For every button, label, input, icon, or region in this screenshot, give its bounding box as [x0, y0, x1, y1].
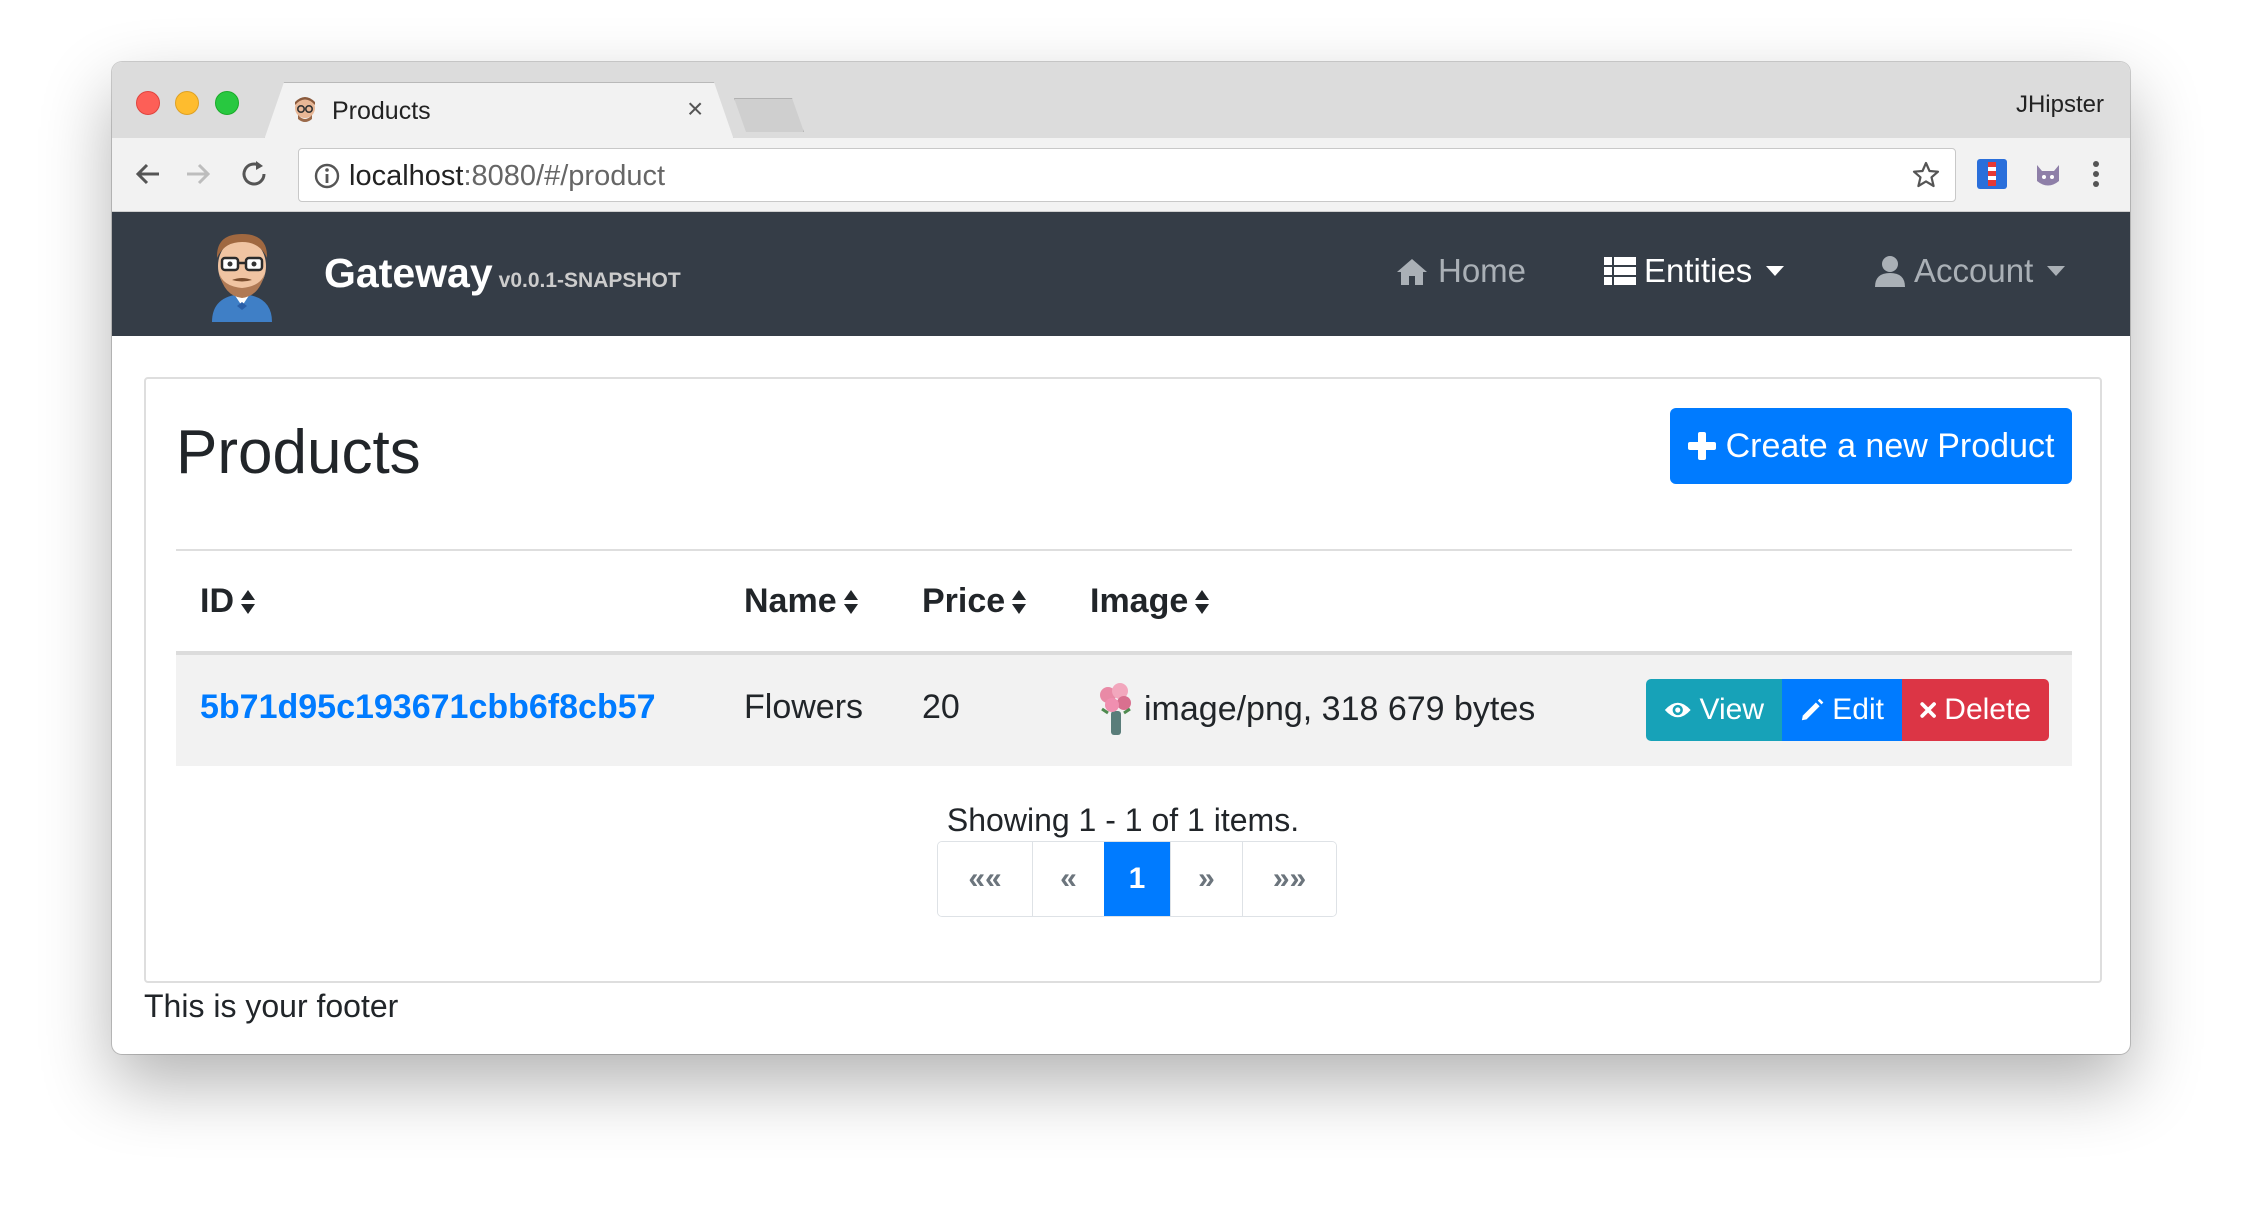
app-brand[interactable]: Gateway v0.0.1-SNAPSHOT — [324, 250, 681, 297]
reload-button[interactable] — [232, 152, 276, 196]
first-page-button[interactable]: «« — [938, 842, 1032, 916]
pagination-summary: Showing 1 - 1 of 1 items. — [946, 802, 1300, 838]
create-product-button[interactable]: Create a new Product — [1670, 408, 2072, 484]
page-title: Products — [176, 418, 421, 487]
column-header-label: ID — [200, 582, 234, 620]
nav-account-label: Account — [1914, 252, 2034, 289]
delete-label: Delete — [1944, 693, 2031, 726]
maximize-window-button[interactable] — [215, 91, 239, 115]
delete-button[interactable]: Delete — [1902, 679, 2049, 741]
profile-name[interactable]: JHipster — [2016, 91, 2104, 119]
close-window-button[interactable] — [136, 91, 160, 115]
sort-icon — [843, 589, 858, 614]
view-button[interactable]: View — [1646, 679, 1782, 741]
browser-window: Products × JHipster localhost:8080/#/pro… — [112, 62, 2130, 1054]
pencil-icon — [1801, 698, 1824, 721]
url-host: localhost — [349, 160, 464, 192]
brand-name: Gateway — [324, 250, 493, 296]
sort-icon — [1195, 589, 1210, 614]
home-icon — [1397, 259, 1427, 285]
browser-toolbar: localhost:8080/#/product — [112, 138, 2130, 212]
browser-menu-button[interactable] — [2076, 154, 2116, 194]
nav-entities[interactable]: Entities — [1604, 252, 1785, 290]
extension-cat-button[interactable] — [2028, 154, 2068, 194]
jhipster-logo-icon[interactable] — [204, 228, 280, 322]
column-header-id[interactable]: ID — [200, 582, 256, 621]
extension-lighthouse-button[interactable] — [1972, 154, 2012, 194]
plus-icon — [1687, 432, 1716, 460]
edit-button[interactable]: Edit — [1782, 679, 1902, 741]
table-row: 5b71d95c193671cbb6f8cb57 Flowers 20 imag… — [176, 655, 2072, 766]
current-page-button[interactable]: 1 — [1104, 842, 1170, 916]
arrow-right-icon — [187, 163, 211, 185]
app-navbar: Gateway v0.0.1-SNAPSHOT Home Entities Acc… — [112, 212, 2130, 336]
address-bar[interactable]: localhost:8080/#/product — [298, 148, 1956, 202]
more-vertical-icon — [2093, 161, 2099, 187]
minimize-window-button[interactable] — [175, 91, 199, 115]
title-bar: Products × JHipster — [112, 62, 2130, 140]
prev-page-button[interactable]: « — [1032, 842, 1104, 916]
sort-icon — [1012, 589, 1027, 614]
product-price: 20 — [922, 688, 960, 726]
user-icon — [1875, 256, 1905, 287]
jhipster-favicon-icon — [295, 97, 315, 122]
column-header-name[interactable]: Name — [744, 582, 859, 621]
column-header-label: Image — [1090, 582, 1189, 620]
pagination: «« « 1 » »» — [937, 841, 1337, 917]
sort-icon — [241, 589, 255, 614]
footer-text: This is your footer — [144, 988, 399, 1024]
forward-button[interactable] — [176, 152, 220, 196]
new-tab-button[interactable] — [734, 98, 804, 132]
divider — [176, 549, 2072, 551]
column-header-label: Name — [744, 582, 837, 620]
edit-label: Edit — [1832, 693, 1884, 726]
back-button[interactable] — [126, 152, 170, 196]
url-text[interactable]: localhost:8080/#/product — [349, 160, 665, 193]
tab-close-icon[interactable]: × — [687, 95, 703, 123]
arrow-left-icon — [135, 163, 159, 185]
product-image-cell: image/png, 318 679 bytes — [1094, 681, 1535, 737]
chevron-down-icon — [1766, 266, 1785, 276]
content-card: Products Create a new Product ID Name Pr… — [144, 377, 2102, 983]
tab-title: Products — [332, 97, 431, 125]
reload-icon — [242, 161, 266, 186]
lighthouse-extension-icon — [1977, 159, 2007, 189]
th-list-icon — [1604, 257, 1636, 285]
app-version: v0.0.1-SNAPSHOT — [498, 269, 681, 292]
product-id-link[interactable]: 5b71d95c193671cbb6f8cb57 — [200, 688, 656, 727]
product-image-info: image/png, 318 679 bytes — [1144, 689, 1536, 728]
create-product-label: Create a new Product — [1725, 426, 2055, 465]
flower-thumbnail-icon[interactable] — [1094, 681, 1138, 737]
eye-icon — [1664, 702, 1691, 718]
chevron-down-icon — [2047, 266, 2066, 276]
info-icon[interactable] — [313, 162, 341, 190]
view-label: View — [1699, 693, 1764, 726]
nav-home[interactable]: Home — [1394, 252, 1526, 290]
column-header-label: Price — [922, 582, 1006, 620]
nav-entities-label: Entities — [1644, 252, 1753, 289]
nav-home-label: Home — [1438, 252, 1527, 289]
url-path: :8080/#/product — [463, 160, 666, 192]
next-page-button[interactable]: » — [1170, 842, 1242, 916]
column-header-image[interactable]: Image — [1090, 582, 1210, 621]
cat-extension-icon — [2037, 165, 2059, 186]
column-header-price[interactable]: Price — [922, 582, 1027, 621]
bookmark-star-icon[interactable] — [1911, 160, 1941, 190]
nav-account[interactable]: Account — [1874, 252, 2066, 290]
last-page-button[interactable]: »» — [1242, 842, 1336, 916]
row-actions: View Edit Delete — [1646, 679, 2049, 741]
times-icon — [1920, 702, 1936, 718]
product-name: Flowers — [744, 688, 864, 726]
